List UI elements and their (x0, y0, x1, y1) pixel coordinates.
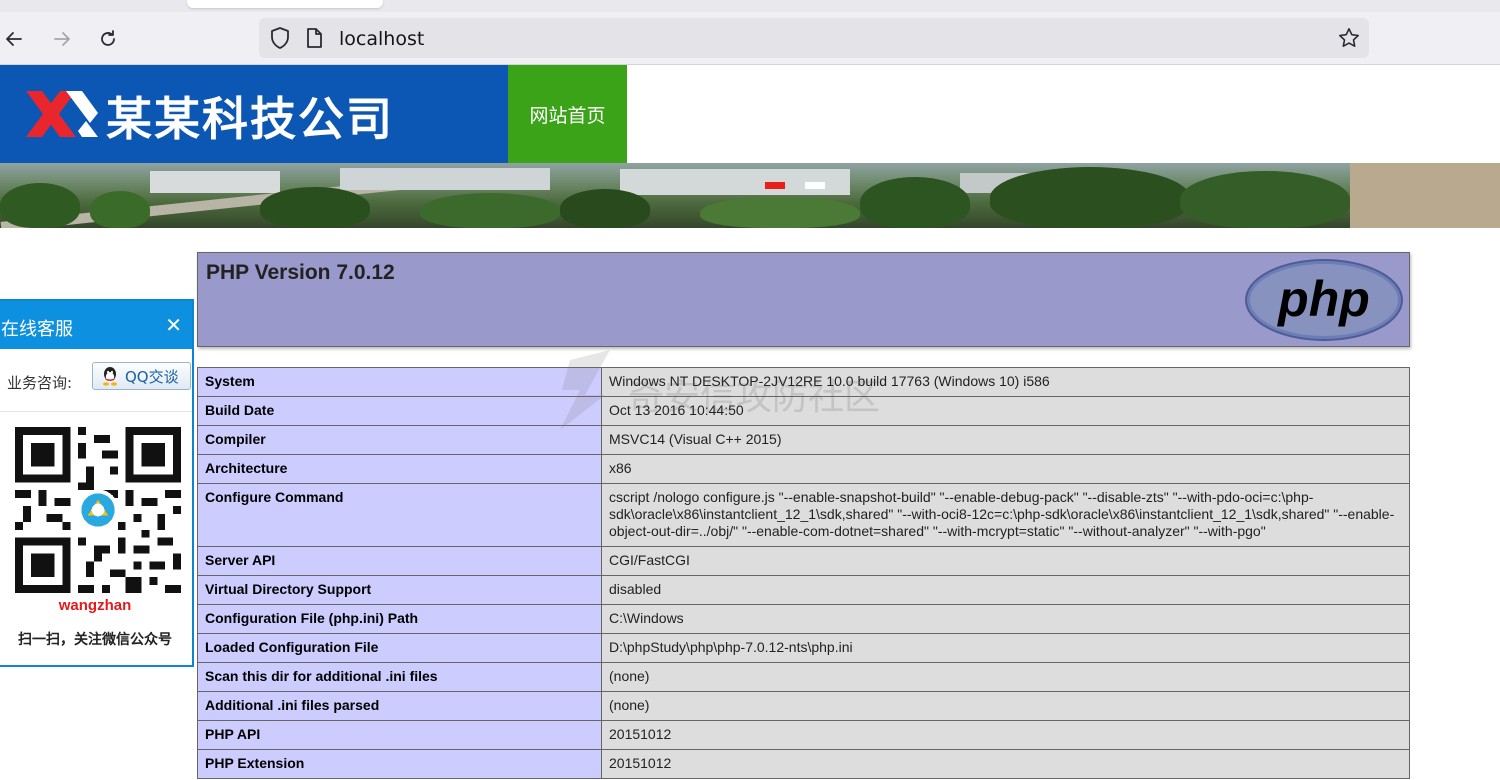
phpinfo-header: PHP Version 7.0.12 php (197, 252, 1410, 347)
close-icon[interactable]: ✕ (165, 313, 182, 338)
phpinfo-row: Loaded Configuration File D:\phpStudy\php… (197, 633, 1410, 663)
service-panel-title: 在线客服 (1, 319, 73, 340)
phpinfo-row: Virtual Directory Support disabled (197, 575, 1410, 605)
phpinfo-row: Scan this dir for additional .ini files(… (197, 662, 1410, 692)
phpinfo-key: PHP Extension (197, 749, 602, 779)
nav-home-link[interactable]: 网站首页 (508, 65, 627, 163)
phpinfo-value: Oct 13 2016 10:44:50 (601, 396, 1410, 426)
back-arrow-icon (6, 32, 22, 46)
phpinfo-row: Architecture x86 (197, 454, 1410, 484)
phpinfo-row: PHP API 20151012 (197, 720, 1410, 750)
campus-banner-image (0, 163, 1500, 228)
phpinfo-value: MSVC14 (Visual C++ 2015) (601, 425, 1410, 455)
phpinfo-row: Compiler MSVC14 (Visual C++ 2015) (197, 425, 1410, 455)
phpinfo-key: Loaded Configuration File (197, 633, 602, 663)
phpinfo-value: (none) (601, 691, 1410, 721)
phpinfo-row: Server API CGI/FastCGI (197, 546, 1410, 576)
phpinfo-row: Build Date Oct 13 2016 10:44:50 (197, 396, 1410, 426)
qq-penguin-icon (103, 367, 117, 386)
phpinfo-key: Additional .ini files parsed (197, 691, 602, 721)
consult-label: 业务咨询: (7, 374, 73, 392)
back-button[interactable] (0, 25, 28, 53)
reload-icon (101, 30, 115, 46)
phpinfo-value: 20151012 (601, 720, 1410, 750)
phpinfo-row: System Windows NT DESKTOP-2JV12RE 10.0 bu… (197, 367, 1410, 397)
site-logo[interactable]: 某某科技公司 (0, 65, 508, 163)
phpinfo-key: Architecture (197, 454, 602, 484)
online-service-panel: 在线客服 ✕ 业务咨询: QQ交谈 wangzhan 扫一扫，关注微信公众号 (0, 299, 194, 667)
page-icon (307, 28, 322, 48)
service-name: wangzhan (58, 597, 132, 614)
phpinfo-row: Configuration File (php.ini) Path C:\Wind… (197, 604, 1410, 634)
phpinfo-key: PHP API (197, 720, 602, 750)
shield-icon[interactable] (269, 26, 291, 50)
phpinfo-value: cscript /nologo configure.js "--enable-s… (601, 483, 1410, 547)
phpinfo-row: Configure Command cscript /nologo configu… (197, 483, 1410, 547)
phpinfo-value: disabled (601, 575, 1410, 605)
svg-text:php: php (1276, 271, 1370, 327)
phpinfo-value: Windows NT DESKTOP-2JV12RE 10.0 build 17… (601, 367, 1410, 397)
php-version-title: PHP Version 7.0.12 (206, 261, 395, 284)
qq-chat-button[interactable]: QQ交谈 (92, 362, 191, 390)
phpinfo-table: System Windows NT DESKTOP-2JV12RE 10.0 bu… (197, 367, 1410, 779)
phpinfo-key: Build Date (197, 396, 602, 426)
wechat-qr-code (14, 427, 182, 593)
phpinfo-row: Additional .ini files parsed (none) (197, 691, 1410, 721)
slide-indicator[interactable] (805, 182, 825, 189)
phpinfo-value: CGI/FastCGI (601, 546, 1410, 576)
forward-arrow-icon (54, 32, 70, 46)
url-text[interactable]: localhost (339, 28, 424, 50)
active-tab[interactable] (187, 0, 383, 8)
logo-text: 某某科技公司 (106, 92, 394, 146)
phpinfo-key: Server API (197, 546, 602, 576)
url-bar[interactable]: localhost (259, 18, 1369, 58)
php-logo: php (1245, 259, 1403, 341)
phpinfo-key: Configuration File (php.ini) Path (197, 604, 602, 634)
qq-chat-label: QQ交谈 (125, 367, 179, 386)
phpinfo-value: x86 (601, 454, 1410, 484)
service-panel-header: 在线客服 ✕ (0, 301, 192, 349)
slide-indicator-active[interactable] (765, 182, 785, 189)
phpinfo-value: C:\Windows (601, 604, 1410, 634)
phpinfo-value: D:\phpStudy\php\php-7.0.12-nts\php.ini (601, 633, 1410, 663)
phpinfo-key: System (197, 367, 602, 397)
phpinfo-key: Compiler (197, 425, 602, 455)
phpinfo-key: Virtual Directory Support (197, 575, 602, 605)
phpinfo-value: 20151012 (601, 749, 1410, 779)
phpinfo-key: Configure Command (197, 483, 602, 547)
phpinfo-key: Scan this dir for additional .ini files (197, 662, 602, 692)
forward-button[interactable] (48, 25, 76, 53)
wechat-follow-text: 扫一扫，关注微信公众号 (18, 632, 172, 648)
consult-row: 业务咨询: QQ交谈 (0, 349, 192, 412)
reload-button[interactable] (94, 25, 122, 53)
phpinfo-row: PHP Extension 20151012 (197, 749, 1410, 779)
phpinfo-value: (none) (601, 662, 1410, 692)
logo-mark-icon (26, 91, 98, 137)
star-icon[interactable] (1337, 26, 1361, 50)
